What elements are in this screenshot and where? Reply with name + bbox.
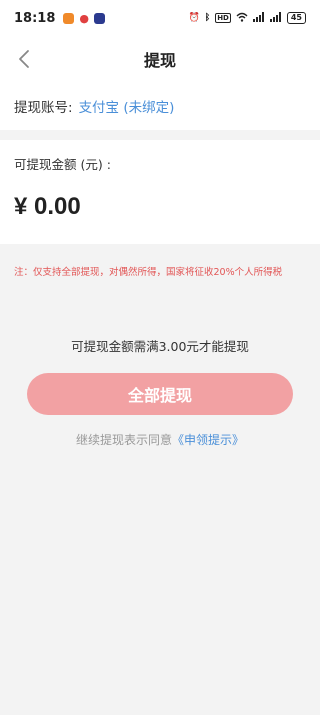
agreement-prefix: 继续提现表示同意 <box>75 433 172 447</box>
section-divider <box>0 130 320 140</box>
wifi-icon <box>236 12 248 25</box>
balance-card: 可提现金额 (元) : ¥ 0.00 <box>0 140 320 244</box>
balance-amount: ¥ 0.00 <box>14 193 81 220</box>
tax-notice: 注：仅支持全部提现，对偶然所得，国家将征收20%个人所得税 <box>14 267 283 278</box>
alarm-icon: ⏰ <box>188 13 200 23</box>
minimum-amount-note: 可提现金额需满3.00元才能提现 <box>71 339 249 354</box>
balance-label: 可提现金额 (元) : <box>14 157 111 172</box>
nav-bar: 提现 <box>0 36 320 82</box>
account-label: 提现账号: <box>14 100 73 116</box>
status-bar: 18:18 ● ⏰ ᛒ HD 45 <box>0 0 320 36</box>
status-icons: ⏰ ᛒ HD 45 <box>189 0 306 36</box>
agreement-text: 继续提现表示同意《申领提示》 <box>0 431 320 448</box>
withdraw-account-row[interactable]: 提现账号: 支付宝 (未绑定) <box>0 82 320 130</box>
orange-app-icon <box>63 12 75 24</box>
withdraw-all-button[interactable]: 全部提现 <box>27 373 293 415</box>
blue-app-icon <box>94 12 105 24</box>
page-title: 提现 <box>143 51 176 70</box>
back-arrow-icon[interactable] <box>14 48 36 70</box>
status-time: 18:18 <box>14 10 56 26</box>
battery-icon: 45 <box>286 12 306 24</box>
account-value[interactable]: 支付宝 (未绑定) <box>79 96 175 116</box>
hd-icon: HD <box>215 13 231 23</box>
bluetooth-icon: ᛒ <box>204 13 211 23</box>
claim-notice-link[interactable]: 《申领提示》 <box>172 433 244 447</box>
signal-icon-2 <box>269 11 282 25</box>
map-pin-icon: ● <box>79 11 89 25</box>
signal-icon-1 <box>252 11 265 25</box>
